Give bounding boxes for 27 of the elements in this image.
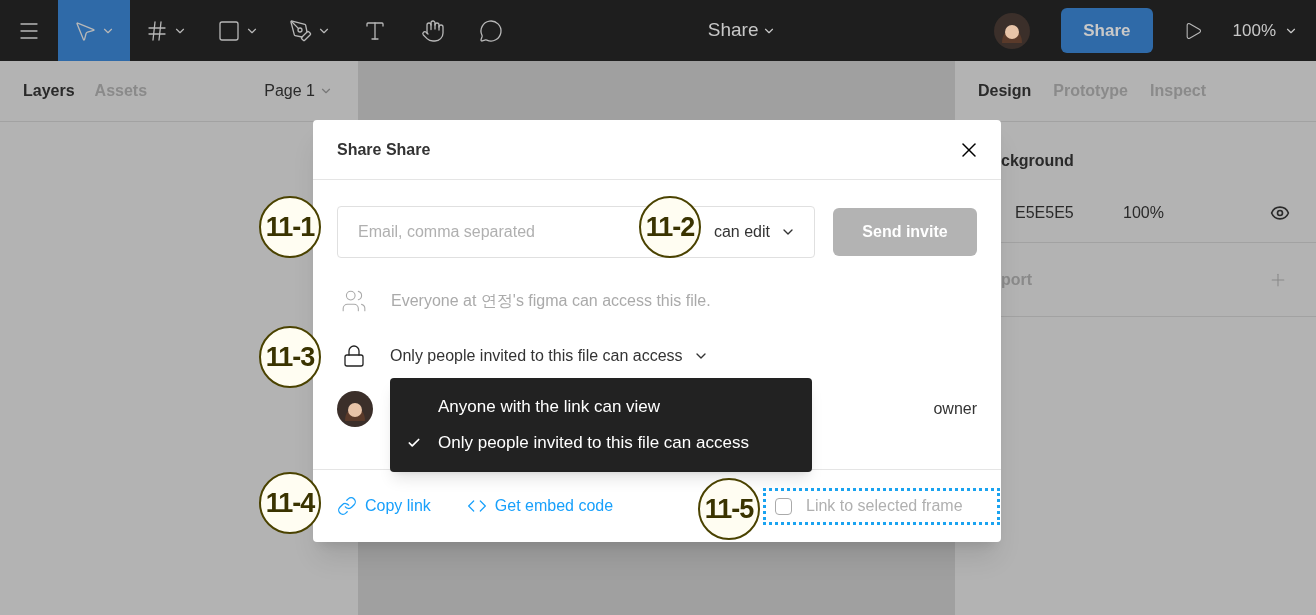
- member-avatar: [337, 391, 373, 427]
- checkbox-label: Link to selected frame: [806, 496, 963, 516]
- dialog-title: Share Share: [337, 139, 431, 160]
- panel-tab[interactable]: Design: [978, 79, 1032, 103]
- menu-item[interactable]: Anyone with the link can view: [390, 389, 812, 425]
- zoom-dropdown[interactable]: 100%: [1232, 17, 1298, 44]
- people-icon: [341, 288, 367, 314]
- fill-hex: E5E5E5: [1015, 203, 1075, 223]
- page-dropdown[interactable]: Page 1: [264, 79, 333, 103]
- access-dropdown[interactable]: Only people invited to this file can access: [390, 344, 709, 368]
- link-icon: [337, 496, 357, 516]
- file-title[interactable]: Share: [707, 16, 777, 45]
- member-role: owner: [933, 399, 977, 419]
- eye-icon[interactable]: [1270, 203, 1290, 223]
- hand-icon: [421, 18, 445, 43]
- team-note: Everyone at 연정's figma can access this file.: [391, 291, 711, 311]
- avatar: [994, 12, 1031, 49]
- square-icon: [217, 18, 241, 43]
- comment-icon: [479, 18, 503, 43]
- section-title: ckground: [1001, 151, 1074, 171]
- panel-tab[interactable]: Layers: [23, 79, 75, 103]
- pen-icon: [289, 18, 313, 43]
- fill-opacity: 100%: [1123, 203, 1164, 223]
- menu-item[interactable]: Only people invited to this file can access: [390, 425, 812, 461]
- permission-dropdown[interactable]: can edit: [713, 220, 796, 244]
- checkbox[interactable]: [775, 497, 792, 515]
- lock-icon: [342, 344, 366, 368]
